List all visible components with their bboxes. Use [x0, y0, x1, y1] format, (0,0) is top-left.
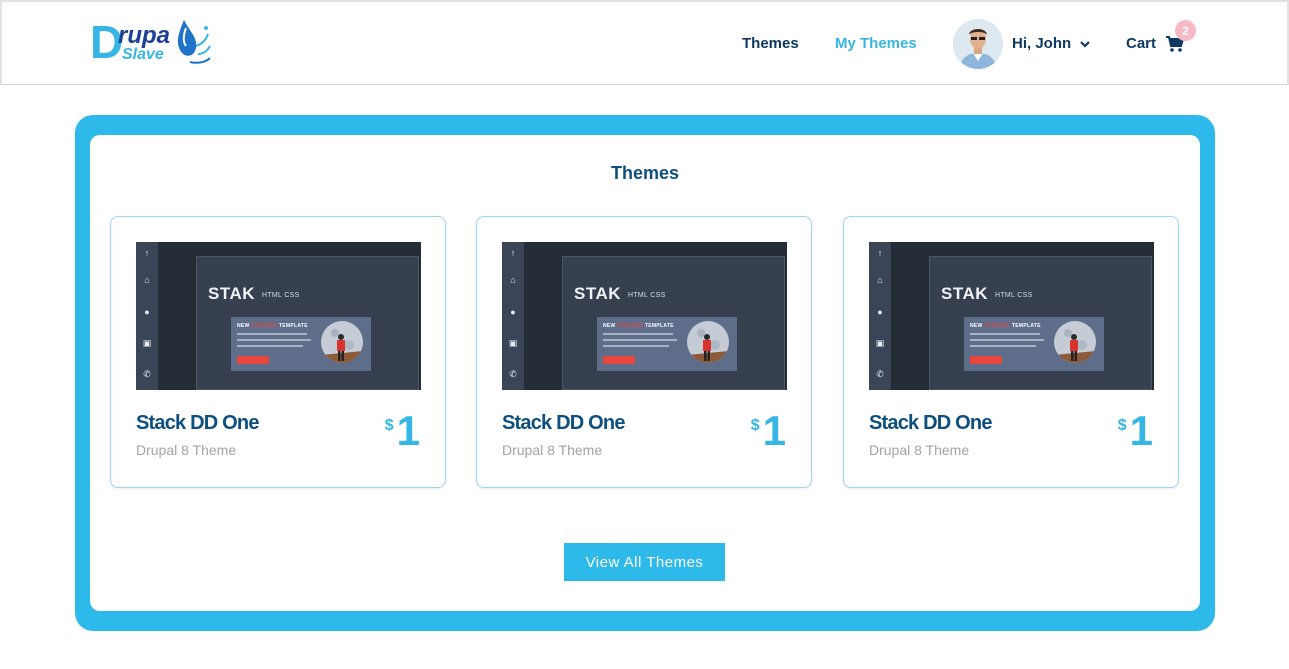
- thumbnail-text-line: [603, 339, 677, 341]
- thumbnail-title: STAK: [941, 284, 989, 303]
- thumbnail-text-line: [970, 333, 1040, 335]
- phone-icon: ✆: [143, 369, 151, 379]
- thumbnail-inner-card: NEW STACKED TEMPLATE: [964, 317, 1104, 371]
- price-currency: $: [1117, 417, 1127, 434]
- themes-panel: Themes ↑ ⌂ ● ▣ ✆ STAK HTML CSS NEW STACK…: [90, 135, 1200, 611]
- price-value: 1: [396, 407, 420, 454]
- theme-price: $ 1: [385, 409, 420, 453]
- theme-category: Drupal 8 Theme: [869, 442, 970, 458]
- theme-thumbnail[interactable]: ↑ ⌂ ● ▣ ✆ STAK HTML CSS NEW STACKED TEMP…: [502, 242, 787, 390]
- theme-category: Drupal 8 Theme: [136, 442, 237, 458]
- thumbnail-text-line: [237, 339, 311, 341]
- thumbnail-button: [603, 356, 635, 364]
- arrow-up-icon: ↑: [510, 248, 516, 258]
- thumbnail-inner-title: NEW STACKED TEMPLATE: [970, 323, 1041, 329]
- nav-link-themes[interactable]: Themes: [742, 35, 799, 52]
- phone-icon: ✆: [876, 369, 884, 379]
- home-icon: ⌂: [510, 275, 516, 285]
- theme-price: $ 1: [751, 409, 786, 453]
- thumbnail-inner-card: NEW STACKED TEMPLATE: [231, 317, 371, 371]
- theme-name[interactable]: Stack DD One: [502, 412, 625, 435]
- thumbnail-text-line: [237, 333, 307, 335]
- theme-category: Drupal 8 Theme: [502, 442, 603, 458]
- theme-thumbnail[interactable]: ↑ ⌂ ● ▣ ✆ STAK HTML CSS NEW STACKED TEMP…: [869, 242, 1154, 390]
- thumbnail-subtitle: HTML CSS: [628, 292, 666, 299]
- theme-name[interactable]: Stack DD One: [869, 412, 992, 435]
- price-value: 1: [762, 407, 786, 454]
- thumbnail-inner-title: NEW STACKED TEMPLATE: [237, 323, 308, 329]
- users-icon: ●: [877, 307, 883, 317]
- thumbnail-sidebar: ↑ ⌂ ● ▣ ✆: [869, 242, 891, 390]
- theme-card[interactable]: ↑ ⌂ ● ▣ ✆ STAK HTML CSS NEW STACKED TEMP…: [476, 216, 812, 488]
- user-menu[interactable]: Hi, John: [1012, 2, 1091, 85]
- price-currency: $: [750, 417, 760, 434]
- logo-text-bottom: Slave: [122, 46, 164, 63]
- users-icon: ●: [510, 307, 516, 317]
- nav-link-my-themes[interactable]: My Themes: [835, 35, 917, 52]
- arrow-up-icon: ↑: [877, 248, 883, 258]
- cart-count-badge: 2: [1175, 20, 1196, 41]
- thumbnail-subtitle: HTML CSS: [995, 292, 1033, 299]
- home-icon: ⌂: [144, 275, 150, 285]
- theme-price: $ 1: [1118, 409, 1153, 453]
- thumbnail-subtitle: HTML CSS: [262, 292, 300, 299]
- chevron-down-icon: [1080, 40, 1090, 48]
- thumbnail-inner-card: NEW STACKED TEMPLATE: [597, 317, 737, 371]
- arrow-up-icon: ↑: [144, 248, 150, 258]
- thumbnail-button: [970, 356, 1002, 364]
- price-value: 1: [1129, 407, 1153, 454]
- site-header: D rupa Slave Themes My Themes Hi, John C…: [0, 0, 1289, 85]
- thumbnail-sidebar: ↑ ⌂ ● ▣ ✆: [136, 242, 158, 390]
- theme-thumbnail[interactable]: ↑ ⌂ ● ▣ ✆ STAK HTML CSS NEW STACKED TEMP…: [136, 242, 421, 390]
- thumbnail-inner-title: NEW STACKED TEMPLATE: [603, 323, 674, 329]
- drupaslave-logo[interactable]: D rupa Slave: [90, 18, 215, 70]
- view-all-themes-button[interactable]: View All Themes: [564, 543, 725, 581]
- thumbnail-person: [1070, 334, 1078, 361]
- thumbnail-person: [703, 334, 711, 361]
- thumbnail-text-line: [970, 345, 1036, 347]
- nav-item-my-themes[interactable]: My Themes: [835, 2, 917, 85]
- image-icon: ▣: [142, 338, 152, 348]
- cart-link[interactable]: Cart: [1126, 2, 1185, 85]
- theme-name[interactable]: Stack DD One: [136, 412, 259, 435]
- image-icon: ▣: [875, 338, 885, 348]
- cart-label: Cart: [1126, 35, 1157, 52]
- thumbnail-text-line: [970, 339, 1044, 341]
- thumbnail-sidebar: ↑ ⌂ ● ▣ ✆: [502, 242, 524, 390]
- thumbnail-text-line: [603, 345, 669, 347]
- phone-icon: ✆: [509, 369, 517, 379]
- thumbnail-person: [337, 334, 345, 361]
- themes-section-frame: Themes ↑ ⌂ ● ▣ ✆ STAK HTML CSS NEW STACK…: [75, 115, 1215, 631]
- thumbnail-text-line: [237, 345, 303, 347]
- thumbnail-title: STAK: [574, 284, 622, 303]
- water-drop-icon: [177, 20, 211, 64]
- thumbnail-button: [237, 356, 269, 364]
- thumbnail-title: STAK: [208, 284, 256, 303]
- nav-item-themes[interactable]: Themes: [742, 2, 799, 85]
- avatar[interactable]: [953, 19, 1003, 69]
- home-icon: ⌂: [877, 275, 883, 285]
- theme-card[interactable]: ↑ ⌂ ● ▣ ✆ STAK HTML CSS NEW STACKED TEMP…: [110, 216, 446, 488]
- user-greeting: Hi, John: [1012, 35, 1072, 52]
- price-currency: $: [384, 417, 394, 434]
- avatar-image: [953, 19, 1003, 69]
- section-title: Themes: [610, 163, 680, 183]
- image-icon: ▣: [508, 338, 518, 348]
- users-icon: ●: [144, 307, 150, 317]
- theme-card[interactable]: ↑ ⌂ ● ▣ ✆ STAK HTML CSS NEW STACKED TEMP…: [843, 216, 1179, 488]
- thumbnail-text-line: [603, 333, 673, 335]
- logo-text-top: rupa: [118, 22, 171, 49]
